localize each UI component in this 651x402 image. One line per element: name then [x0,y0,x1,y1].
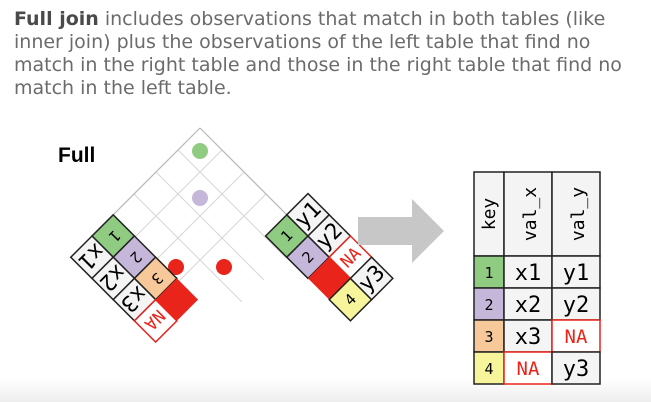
match-dot-key1 [192,143,208,159]
result-row4-valx: NA [517,358,540,380]
arrow-icon [358,199,444,263]
unmatched-dot-right [216,259,232,275]
result-row1-valy: y1 [563,261,590,286]
result-row2-valx: x2 [515,293,542,318]
result-row4-valy: y3 [563,357,590,382]
match-dot-key2 [192,190,208,206]
result-row1-key: 1 [484,264,493,282]
result-row3-valy: NA [565,326,588,348]
result-row3-valx: x3 [515,325,542,350]
result-header-key: key [479,198,500,231]
left-table: 1 2 3 x1 x2 x3 NA [69,213,199,344]
result-row1-valx: x1 [515,261,542,286]
result-row2-key: 2 [484,296,493,314]
diagram-title: Full [58,144,95,167]
result-row3-key: 3 [484,328,493,346]
result-row4-key: 4 [484,360,493,378]
result-table: key val_x val_y 1 x1 y1 2 x2 y2 3 x3 NA … [473,171,601,385]
result-header-valx: val_x [520,187,541,241]
result-header-valy: val_y [568,187,589,241]
full-join-diagram: Full 1 2 3 x1 x2 x3 NA 1 2 4 y1 y2 NA y3… [58,127,601,385]
result-row2-valy: y2 [563,293,590,318]
